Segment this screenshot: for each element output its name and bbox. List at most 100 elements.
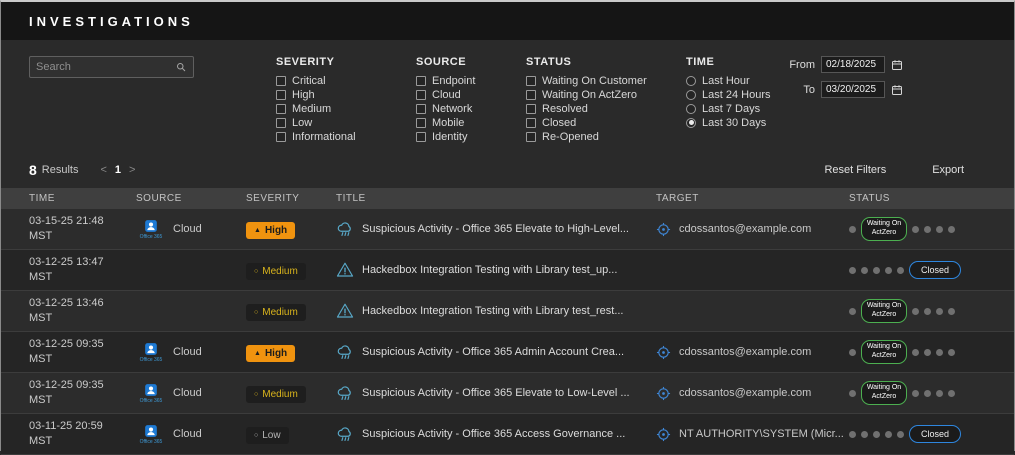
prev-page-arrow[interactable]: < bbox=[100, 164, 106, 176]
row-status: Waiting On ActZero bbox=[849, 217, 1014, 241]
status-badge-waiting-actzero[interactable]: Waiting On ActZero bbox=[861, 381, 907, 405]
filter-option-waiting-customer[interactable]: Waiting On Customer bbox=[526, 74, 686, 87]
row-status: Waiting On ActZero bbox=[849, 340, 1014, 364]
investigation-title-link[interactable]: Suspicious Activity - Office 365 Access … bbox=[362, 428, 625, 440]
status-badge-waiting-actzero[interactable]: Waiting On ActZero bbox=[861, 299, 907, 323]
status-stage-dot bbox=[861, 430, 868, 438]
investigation-title-link[interactable]: Suspicious Activity - Office 365 Elevate… bbox=[362, 223, 629, 235]
table-header-row: TIME SOURCE SEVERITY TITLE TARGET STATUS bbox=[1, 188, 1014, 209]
search-icon[interactable] bbox=[175, 61, 187, 73]
filter-option-low[interactable]: Low bbox=[276, 116, 416, 129]
circle-glyph: ○ bbox=[254, 309, 259, 316]
checkbox-critical[interactable] bbox=[276, 75, 286, 86]
status-badge-waiting-actzero[interactable]: Waiting On ActZero bbox=[861, 340, 907, 364]
table-row[interactable]: 03-12-25 13:46 MST ○ Medium Hackedbox Inte… bbox=[1, 291, 1014, 332]
from-calendar-icon[interactable] bbox=[891, 59, 903, 71]
column-header-source[interactable]: SOURCE bbox=[136, 193, 246, 204]
status-stage-dot bbox=[924, 225, 931, 233]
radio-last-24-hours[interactable] bbox=[686, 89, 696, 100]
export-button[interactable]: Export bbox=[932, 164, 964, 176]
column-header-title[interactable]: TITLE bbox=[336, 193, 656, 204]
checkbox-resolved[interactable] bbox=[526, 103, 536, 114]
status-badge-closed[interactable]: Closed bbox=[909, 425, 962, 443]
target-icon bbox=[656, 386, 671, 401]
checkbox-waiting-customer[interactable] bbox=[526, 75, 536, 86]
date-range: From To bbox=[781, 56, 903, 144]
filter-option-informational[interactable]: Informational bbox=[276, 130, 416, 143]
row-target: cdossantos@example.com bbox=[656, 222, 849, 237]
filter-label-time: TIME bbox=[686, 56, 715, 68]
investigation-title-link[interactable]: Suspicious Activity - Office 365 Admin A… bbox=[362, 346, 624, 358]
next-page-arrow[interactable]: > bbox=[129, 164, 135, 176]
table-row[interactable]: 03-12-25 09:35 MST Office 365 Cloud ▲ High… bbox=[1, 332, 1014, 373]
to-date-input[interactable] bbox=[821, 81, 885, 98]
status-stage-dot bbox=[912, 307, 919, 315]
radio-last-hour[interactable] bbox=[686, 75, 696, 86]
to-calendar-icon[interactable] bbox=[891, 84, 903, 96]
filter-option-closed[interactable]: Closed bbox=[526, 116, 686, 129]
status-badge-closed[interactable]: Closed bbox=[909, 261, 962, 279]
checkbox-high[interactable] bbox=[276, 89, 286, 100]
row-severity: ▲ High bbox=[246, 342, 336, 362]
filter-option-endpoint[interactable]: Endpoint bbox=[416, 74, 526, 87]
office365-icon: Office 365 bbox=[136, 383, 166, 404]
checkbox-endpoint[interactable] bbox=[416, 75, 426, 86]
filter-option-last-hour[interactable]: Last Hour bbox=[686, 74, 781, 87]
checkbox-identity[interactable] bbox=[416, 131, 426, 142]
checkbox-low[interactable] bbox=[276, 117, 286, 128]
search-input[interactable] bbox=[36, 61, 175, 73]
filter-option-last-30-days[interactable]: Last 30 Days bbox=[686, 116, 781, 129]
column-header-time[interactable]: TIME bbox=[29, 193, 136, 204]
office365-icon: Office 365 bbox=[136, 342, 166, 363]
reset-filters-button[interactable]: Reset Filters bbox=[824, 164, 886, 176]
checkbox-cloud[interactable] bbox=[416, 89, 426, 100]
filter-group-source: SOURCE Endpoint Cloud Network Mobile Ide… bbox=[416, 56, 526, 144]
filter-option-resolved[interactable]: Resolved bbox=[526, 102, 686, 115]
radio-last-7-days[interactable] bbox=[686, 103, 696, 114]
column-header-target[interactable]: TARGET bbox=[656, 193, 849, 204]
filter-option-reopened[interactable]: Re-Opened bbox=[526, 130, 686, 143]
row-time: 03-12-25 09:35 MST bbox=[29, 379, 104, 406]
investigation-title-link[interactable]: Suspicious Activity - Office 365 Elevate… bbox=[362, 387, 630, 399]
target-icon bbox=[656, 222, 671, 237]
filter-option-last-7-days[interactable]: Last 7 Days bbox=[686, 102, 781, 115]
investigation-title-link[interactable]: Hackedbox Integration Testing with Libra… bbox=[362, 305, 624, 317]
filter-option-network[interactable]: Network bbox=[416, 102, 526, 115]
filter-option-critical[interactable]: Critical bbox=[276, 74, 416, 87]
filter-option-mobile[interactable]: Mobile bbox=[416, 116, 526, 129]
filter-option-last-24-hours[interactable]: Last 24 Hours bbox=[686, 88, 781, 101]
table-row[interactable]: 03-12-25 09:35 MST Office 365 Cloud ○ Medi… bbox=[1, 373, 1014, 414]
current-page-number[interactable]: 1 bbox=[115, 164, 121, 176]
table-row[interactable]: 03-12-25 13:47 MST ○ Medium Hackedbox Inte… bbox=[1, 250, 1014, 291]
row-title: Suspicious Activity - Office 365 Access … bbox=[336, 425, 656, 443]
filter-option-cloud[interactable]: Cloud bbox=[416, 88, 526, 101]
investigation-title-link[interactable]: Hackedbox Integration Testing with Libra… bbox=[362, 264, 617, 276]
table-row[interactable]: 03-15-25 21:48 MST Office 365 Cloud ▲ High… bbox=[1, 209, 1014, 250]
radio-last-30-days[interactable] bbox=[686, 117, 696, 128]
filter-option-identity[interactable]: Identity bbox=[416, 130, 526, 143]
checkbox-medium[interactable] bbox=[276, 103, 286, 114]
filter-option-medium[interactable]: Medium bbox=[276, 102, 416, 115]
status-stage-dot bbox=[861, 266, 868, 274]
cloud-alert-icon bbox=[336, 343, 354, 361]
filter-option-waiting-actzero[interactable]: Waiting On ActZero bbox=[526, 88, 686, 101]
table-row[interactable]: 03-11-25 20:59 MST Office 365 Cloud ○ Low … bbox=[1, 414, 1014, 455]
pagination: < 1 > bbox=[100, 164, 135, 176]
checkbox-waiting-actzero[interactable] bbox=[526, 89, 536, 100]
circle-glyph: ○ bbox=[254, 268, 259, 275]
checkbox-mobile[interactable] bbox=[416, 117, 426, 128]
search-box[interactable] bbox=[29, 56, 194, 78]
status-badge-waiting-actzero[interactable]: Waiting On ActZero bbox=[861, 217, 907, 241]
row-status: Waiting On ActZero bbox=[849, 381, 1014, 405]
row-time: 03-11-25 20:59 MST bbox=[29, 420, 103, 447]
column-header-status[interactable]: STATUS bbox=[849, 193, 1014, 204]
column-header-severity[interactable]: SEVERITY bbox=[246, 193, 336, 204]
filter-panel: SEVERITY Critical High Medium Low Inform… bbox=[1, 40, 1014, 150]
from-date-input[interactable] bbox=[821, 56, 885, 73]
checkbox-closed[interactable] bbox=[526, 117, 536, 128]
checkbox-informational[interactable] bbox=[276, 131, 286, 142]
row-status: Closed bbox=[849, 425, 1014, 443]
checkbox-network[interactable] bbox=[416, 103, 426, 114]
checkbox-reopened[interactable] bbox=[526, 131, 536, 142]
filter-option-high[interactable]: High bbox=[276, 88, 416, 101]
